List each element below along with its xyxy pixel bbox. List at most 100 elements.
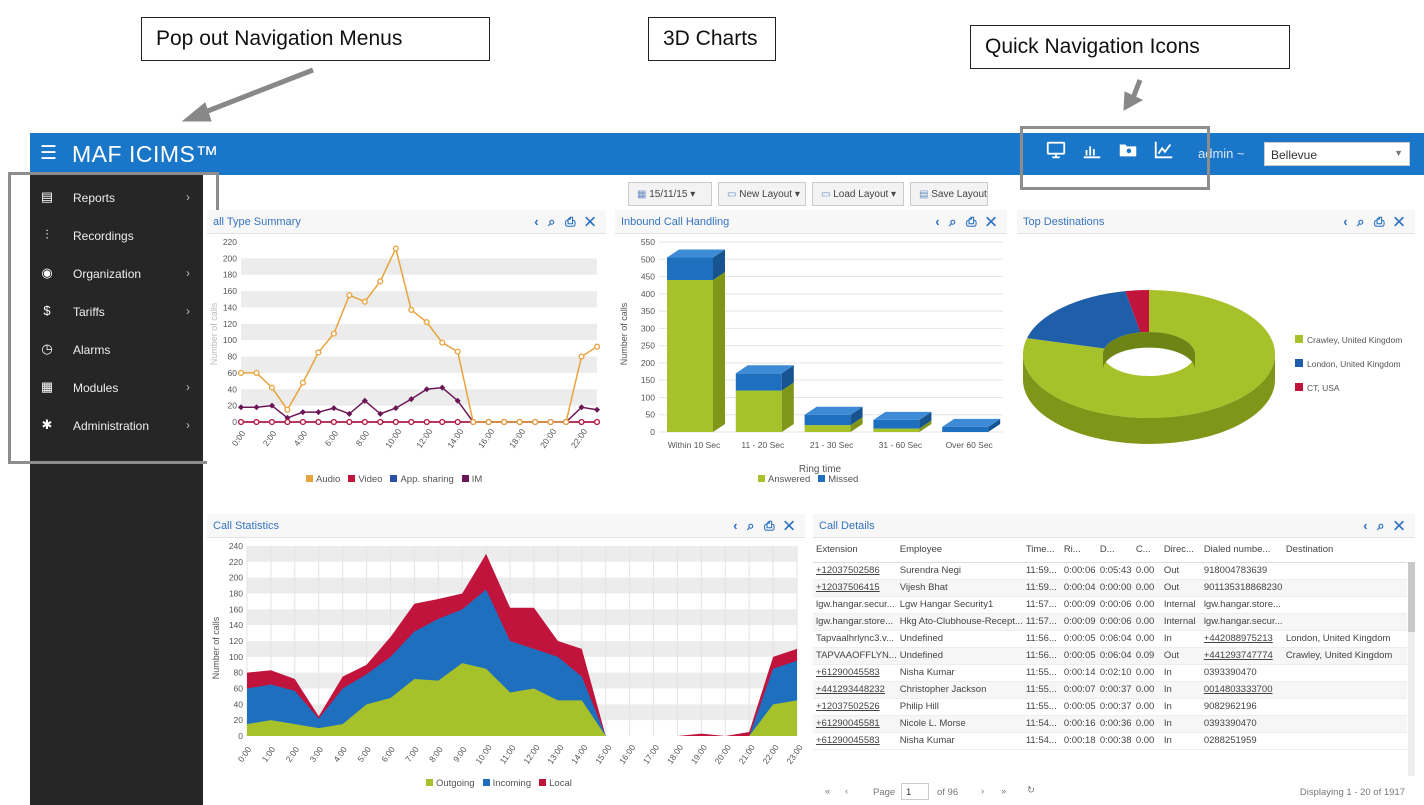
table-header-row: Extension Employee Time... Ri... D... C... Dir… bbox=[813, 538, 1407, 563]
load-layout-button[interactable]: ▭ Load Layout ▾ bbox=[812, 182, 904, 206]
table-row[interactable]: lgw.hangar.store... Hkg Ato-Clubhouse-Rec… bbox=[813, 613, 1407, 631]
table-row[interactable]: +12037502586 Surendra Negi 11:59... 0:00:06… bbox=[813, 562, 1407, 580]
callout-quick-icons: Quick Navigation Icons bbox=[970, 25, 1290, 69]
table-row[interactable]: +61290045581 Nicole L. Morse 11:54... 0:00:… bbox=[813, 715, 1407, 733]
panel-controls[interactable]: ‹ ⌕ ⎙ ✕ bbox=[534, 214, 598, 230]
table-cell: 0:00:37 bbox=[1096, 698, 1133, 716]
table-row[interactable]: +61290045583 Nisha Kumar 11:54... 0:00:18 0:… bbox=[813, 732, 1407, 750]
table-row[interactable]: +12037502526 Philip Hill 11:55... 0:00:05 0:… bbox=[813, 698, 1407, 716]
y-tick-label: 20 bbox=[234, 715, 244, 725]
legend-swatch bbox=[1295, 359, 1303, 367]
legend-label[interactable]: Answered bbox=[768, 474, 810, 485]
table-row[interactable]: Tapvaalhrlync3.v... Undefined 11:56... 0:00… bbox=[813, 630, 1407, 648]
column-header[interactable]: Employee bbox=[896, 538, 1023, 563]
table-cell[interactable]: 0014803333700 bbox=[1200, 681, 1283, 699]
column-header[interactable]: D... bbox=[1096, 538, 1133, 563]
table-row[interactable]: +441293448232 Christopher Jackson 11:55...… bbox=[813, 681, 1407, 699]
legend-swatch bbox=[818, 475, 826, 482]
save-layout-label: Save Layout bbox=[931, 189, 987, 200]
legend-label[interactable]: Local bbox=[549, 778, 572, 789]
table-cell[interactable]: +442088975213 bbox=[1200, 630, 1283, 648]
panel-controls[interactable]: ‹ ⌕ ✕ bbox=[1363, 518, 1407, 534]
next-page-button[interactable]: › bbox=[981, 786, 984, 797]
x-tick-label: 16:00 bbox=[476, 426, 497, 449]
y-tick-label: 0 bbox=[232, 417, 237, 427]
inbound-legend: Answered Missed bbox=[750, 474, 858, 485]
column-header[interactable]: Ri... bbox=[1060, 538, 1097, 563]
legend-swatch bbox=[390, 475, 398, 482]
column-header[interactable]: Time... bbox=[1022, 538, 1061, 563]
bar-front bbox=[667, 280, 713, 432]
table-cell: 11:57... bbox=[1022, 613, 1061, 631]
page-label: Page bbox=[873, 787, 896, 798]
x-tick-label: 0:00 bbox=[236, 744, 254, 764]
table-cell: 0:06:04 bbox=[1096, 647, 1133, 665]
branch-select[interactable]: Bellevue ▼ bbox=[1264, 142, 1410, 166]
panel-controls[interactable]: ‹ ⌕ ⎙ ✕ bbox=[733, 518, 797, 534]
table-cell: 11:55... bbox=[1022, 698, 1061, 716]
hamburger-menu-icon[interactable]: ☰ bbox=[40, 142, 57, 165]
save-layout-icon: ▤ bbox=[919, 189, 932, 200]
table-cell bbox=[1282, 715, 1407, 733]
legend-label[interactable]: Incoming bbox=[493, 778, 532, 789]
y-axis-label: Number of calls bbox=[209, 302, 219, 365]
x-tick-label: Over 60 Sec bbox=[946, 440, 994, 450]
new-layout-button[interactable]: ▭ New Layout ▾ bbox=[718, 182, 806, 206]
table-cell: London, United Kingdom bbox=[1282, 630, 1407, 648]
table-row[interactable]: TAPVAAOFFLYN... Undefined 11:56... 0:00:05 0… bbox=[813, 647, 1407, 665]
legend-label[interactable]: Audio bbox=[316, 474, 340, 485]
date-picker[interactable]: ▦ 15/11/15 ▾ bbox=[628, 182, 712, 206]
last-page-button[interactable]: » bbox=[1001, 786, 1006, 797]
panel-controls[interactable]: ‹ ⌕ ⎙ ✕ bbox=[1343, 214, 1407, 230]
legend-label[interactable]: IM bbox=[472, 474, 483, 485]
table-cell[interactable]: +61290045583 bbox=[813, 732, 897, 750]
table-cell[interactable]: +12037506415 bbox=[813, 579, 897, 597]
table-row[interactable]: +61290045583 Nisha Kumar 11:55... 0:00:14 0:… bbox=[813, 664, 1407, 682]
legend-label[interactable]: Missed bbox=[828, 474, 858, 485]
data-point bbox=[284, 418, 291, 426]
y-tick-label: 450 bbox=[641, 272, 655, 282]
table-cell: 0:00:06 bbox=[1096, 596, 1133, 614]
table-cell[interactable]: +12037502586 bbox=[813, 562, 897, 580]
table-row[interactable]: +12037506415 Vijesh Bhat 11:59... 0:00:04 0:… bbox=[813, 579, 1407, 597]
panel-header: Top Destinations ‹ ⌕ ⎙ ✕ bbox=[1017, 210, 1415, 234]
save-layout-button[interactable]: ▤ Save Layout bbox=[910, 182, 988, 206]
data-point bbox=[299, 409, 306, 416]
first-page-button[interactable]: « bbox=[825, 786, 830, 797]
legend-swatch bbox=[306, 475, 313, 482]
refresh-icon[interactable]: ↻ bbox=[1027, 785, 1035, 796]
scrollbar[interactable] bbox=[1408, 562, 1415, 776]
table-cell: lgw.hangar.store... bbox=[813, 613, 897, 631]
prev-page-button[interactable]: ‹ bbox=[845, 786, 848, 797]
table-cell[interactable]: +12037502526 bbox=[813, 698, 897, 716]
table-cell[interactable]: +61290045581 bbox=[813, 715, 897, 733]
legend-label[interactable]: App. sharing bbox=[400, 474, 453, 485]
table-cell: 0.00 bbox=[1132, 715, 1161, 733]
panel-controls[interactable]: ‹ ⌕ ⎙ ✕ bbox=[935, 214, 999, 230]
y-tick-label: 60 bbox=[228, 368, 238, 378]
table-cell: Tapvaalhrlync3.v... bbox=[813, 630, 897, 648]
table-cell bbox=[1282, 562, 1407, 580]
column-header[interactable]: Destination bbox=[1282, 538, 1407, 563]
data-point bbox=[408, 418, 415, 426]
table-row[interactable]: lgw.hangar.secur... Lgw Hangar Security1 1… bbox=[813, 596, 1407, 614]
panel-top-destinations: Top Destinations ‹ ⌕ ⎙ ✕ Crawley, United … bbox=[1017, 210, 1415, 490]
column-header[interactable]: Extension bbox=[813, 538, 897, 563]
table-cell[interactable]: +61290045583 bbox=[813, 664, 897, 682]
table-cell[interactable]: +441293448232 bbox=[813, 681, 897, 699]
scrollbar-thumb[interactable] bbox=[1408, 562, 1415, 632]
column-header[interactable]: Direc... bbox=[1160, 538, 1201, 563]
table-cell[interactable]: +441293747774 bbox=[1200, 647, 1283, 665]
table-cell: 11:57... bbox=[1022, 596, 1061, 614]
legend-label[interactable]: Outgoing bbox=[436, 778, 475, 789]
column-header[interactable]: Dialed numbe... bbox=[1200, 538, 1283, 563]
column-header[interactable]: C... bbox=[1132, 538, 1161, 563]
arrow-to-icons bbox=[1130, 79, 1143, 99]
table-cell: 0:00:14 bbox=[1060, 664, 1097, 682]
x-tick-label: 11 - 20 Sec bbox=[741, 440, 785, 450]
grid-body: Extension Employee Time... Ri... D... C... Dir… bbox=[813, 538, 1407, 750]
call-statistics-chart: 0 20 40 60 80 100 120 140 160 180 200 220 240 Number … bbox=[211, 541, 805, 766]
x-tick-label: 13:00 bbox=[545, 742, 566, 765]
legend-label[interactable]: Video bbox=[358, 474, 382, 485]
page-input[interactable]: 1 bbox=[901, 783, 929, 800]
